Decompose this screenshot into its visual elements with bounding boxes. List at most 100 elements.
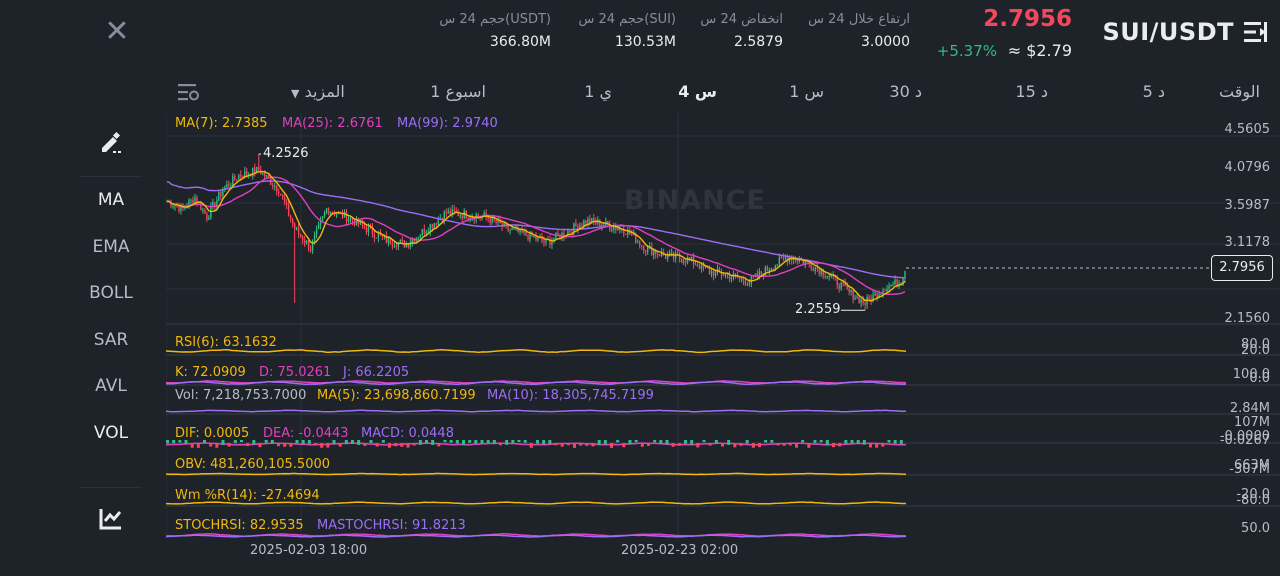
trading-pair[interactable]: SUI/USDT (1102, 18, 1234, 46)
last-price: 2.7956 (983, 6, 1072, 32)
tab-timeframe[interactable]: 5 د (1143, 82, 1165, 101)
close-icon[interactable]: ✕ (102, 16, 132, 48)
indicator-toggle-vol[interactable]: VOL (80, 423, 142, 443)
more-timeframes-dropdown[interactable]: ▼ المزيد (291, 82, 345, 101)
tab-timeframe[interactable]: 15 د (1015, 82, 1048, 101)
macd-histogram-bar (640, 443, 644, 447)
macd-histogram-bar (511, 440, 515, 444)
candle-body (770, 268, 773, 271)
candle-body (365, 227, 368, 233)
candle-body (533, 236, 535, 238)
macd-histogram-bar (190, 443, 194, 448)
macd-histogram-bar (351, 440, 354, 445)
macd-histogram-bar (850, 440, 854, 444)
candle-body (281, 195, 284, 198)
candle-body (744, 280, 747, 285)
divider (80, 487, 142, 488)
candle-body (523, 231, 525, 233)
candle-body (511, 228, 513, 230)
stat-label: حجم 24 س(USDT) (439, 12, 551, 27)
candle-body (349, 218, 352, 220)
indicator-legend-vol: Vol: 7,218,753.7000 (175, 388, 307, 403)
candle-body (846, 285, 848, 289)
macd-histogram-bar (813, 440, 817, 443)
candle-body (387, 237, 390, 243)
indicator-toggle-avl[interactable]: AVL (80, 376, 142, 396)
candle-body (658, 254, 661, 257)
candle-body (178, 206, 180, 212)
candle-body (395, 245, 398, 247)
macd-histogram-bar (363, 443, 367, 446)
candle-body (373, 234, 376, 238)
tab-timeframe[interactable]: 1 س (789, 82, 824, 101)
candle-body (377, 233, 380, 238)
drawing-tool-icon[interactable] (98, 130, 124, 156)
macd-histogram-bar (548, 440, 552, 445)
candle-body (734, 273, 737, 276)
tab-timeframe[interactable]: 1 ي (584, 82, 612, 101)
usd-price: ≈ $2.79 (1007, 41, 1072, 60)
macd-histogram-bar (388, 443, 391, 448)
indicator-settings-icon[interactable] (176, 80, 200, 104)
menu-list-icon[interactable] (1242, 19, 1272, 45)
candle-body (204, 209, 206, 214)
candle-body (509, 229, 511, 231)
candle-body (363, 225, 366, 228)
candle-body (527, 235, 529, 240)
candle-body (748, 282, 751, 285)
indicator-toggle-boll[interactable]: BOLL (80, 283, 142, 303)
macd-histogram-bar (653, 440, 657, 443)
candle-body (240, 174, 242, 177)
indicator-legend-kdj: D: 75.0261 (259, 365, 332, 380)
tab-timeframe[interactable]: الوقت (1219, 82, 1260, 101)
candle-body (276, 186, 278, 192)
candle-body (611, 229, 613, 231)
macd-histogram-bar (283, 443, 287, 447)
macd-histogram-bar (209, 443, 213, 447)
macd-histogram-bar (721, 443, 724, 447)
candle-body (557, 232, 559, 236)
indicator-legend-kdj: J: 66.2205 (343, 365, 410, 380)
chart-canvas[interactable] (166, 113, 1280, 543)
candle-body (301, 236, 304, 241)
indicator-toggle-sar[interactable]: SAR (80, 330, 142, 350)
candle-body (323, 212, 326, 217)
divider (80, 176, 142, 177)
candle-body (874, 293, 876, 295)
macd-histogram-bar (603, 440, 607, 445)
candle-body (431, 224, 433, 228)
chart-type-icon[interactable] (98, 506, 124, 532)
candle-body (283, 197, 286, 203)
tab-timeframe[interactable]: 30 د (889, 82, 922, 101)
price-axis-label: 4.5605 (1224, 122, 1271, 137)
indicator-toggle-ma[interactable]: MA (80, 190, 142, 210)
macd-histogram-bar (893, 440, 897, 444)
candle-body (543, 241, 545, 243)
macd-histogram-bar (437, 443, 441, 447)
candle-body (766, 266, 769, 271)
candle-body (585, 220, 587, 224)
candle-body (647, 246, 649, 252)
macd-histogram-bar (573, 443, 576, 448)
candle-body (824, 275, 826, 277)
timeframe-bar: ▼ المزيد الوقت 5 د 15 د 30 د 1 س 4 س 1 ي 1 اسبو… (166, 76, 1280, 112)
tab-timeframe[interactable]: 4 س (678, 82, 717, 101)
candle-body (293, 223, 296, 230)
candle-body (335, 213, 338, 215)
macd-histogram-bar (505, 440, 509, 445)
candle-body (768, 270, 771, 272)
tab-timeframe[interactable]: 1 اسبوع (430, 82, 486, 101)
macd-histogram-bar (677, 443, 681, 446)
candle-body (778, 257, 781, 265)
candle-body (652, 250, 655, 255)
stat-value: 130.53M (614, 34, 676, 50)
indicator-toggle-ema[interactable]: EMA (80, 237, 142, 257)
price-axis-label: 3.1178 (1224, 235, 1271, 250)
candle-body (848, 288, 850, 293)
candle-body (868, 297, 870, 299)
stat-label: انخفاض 24 س (700, 12, 783, 27)
macd-histogram-bar (690, 440, 694, 445)
candle-body (569, 231, 571, 233)
candle-body (575, 223, 577, 227)
kline-chart[interactable]: BINANCE MA(7): 2.7385 MA(25): 2.6761 MA(99… (166, 113, 1280, 558)
